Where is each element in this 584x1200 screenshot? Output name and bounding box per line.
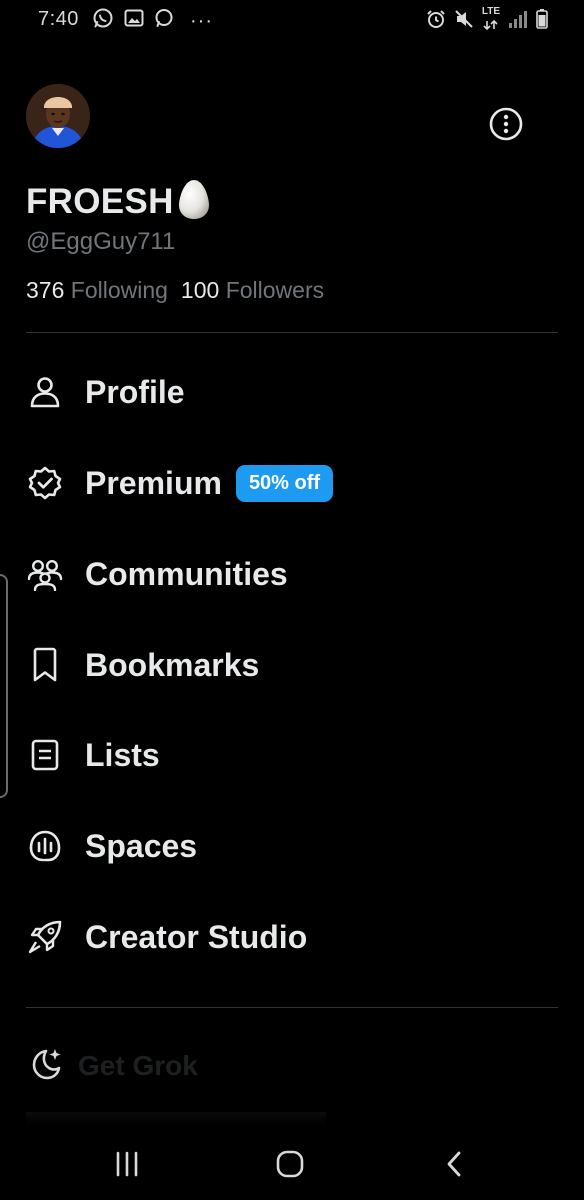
home-icon bbox=[276, 1150, 304, 1178]
followers-count: 100 bbox=[180, 277, 220, 303]
system-status-icons: LTE bbox=[426, 7, 548, 35]
avatar-image bbox=[26, 84, 90, 148]
verified-badge-icon bbox=[26, 464, 64, 502]
nav-label-creator-studio: Creator Studio bbox=[85, 918, 308, 955]
system-navigation-bar bbox=[0, 1128, 584, 1200]
moon-sparkle-icon bbox=[26, 1044, 64, 1087]
nav-label-spaces: Spaces bbox=[85, 827, 198, 864]
rocket-icon bbox=[26, 918, 64, 956]
nav-item-premium[interactable]: Premium 50% off bbox=[26, 453, 334, 513]
display-name-row[interactable]: FROESH bbox=[26, 178, 210, 225]
whatsapp-icon bbox=[92, 7, 114, 34]
alarm-icon bbox=[426, 9, 446, 34]
nav-label-bookmarks: Bookmarks bbox=[85, 646, 260, 683]
recent-apps-button[interactable] bbox=[107, 1146, 147, 1182]
egg-icon bbox=[178, 178, 210, 225]
bookmark-icon bbox=[26, 646, 64, 684]
notification-icons: ··· bbox=[92, 7, 213, 34]
header-divider bbox=[26, 332, 558, 333]
nav-divider bbox=[26, 1007, 558, 1008]
signal-icon bbox=[508, 10, 528, 33]
nav-label-lists: Lists bbox=[85, 736, 160, 773]
home-button[interactable] bbox=[270, 1146, 310, 1182]
user-handle: @EggGuy711 bbox=[26, 228, 176, 255]
display-name: FROESH bbox=[26, 181, 174, 221]
nav-item-profile[interactable]: Profile bbox=[26, 362, 185, 422]
gallery-icon bbox=[124, 8, 144, 33]
recent-apps-icon bbox=[116, 1151, 138, 1177]
nav-label-premium: Premium bbox=[85, 464, 222, 501]
following-link[interactable]: 376 Following bbox=[26, 277, 174, 304]
battery-icon bbox=[536, 8, 548, 34]
nav-label-get-grok: Get Grok bbox=[78, 1049, 198, 1081]
followers-label: Followers bbox=[225, 277, 325, 303]
list-icon bbox=[26, 736, 64, 774]
following-label: Following bbox=[70, 277, 168, 303]
nav-item-spaces[interactable]: Spaces bbox=[26, 816, 197, 876]
more-vertical-icon bbox=[489, 107, 523, 141]
chat-bubble-icon bbox=[154, 8, 174, 33]
person-icon bbox=[26, 373, 64, 411]
nav-label-communities: Communities bbox=[85, 555, 288, 592]
edge-panel-handle[interactable] bbox=[0, 574, 8, 798]
premium-discount-badge[interactable]: 50% off bbox=[235, 464, 334, 502]
nav-item-lists[interactable]: Lists bbox=[26, 725, 160, 785]
communities-icon bbox=[26, 555, 64, 593]
status-time: 7:40 bbox=[38, 8, 79, 30]
mute-icon bbox=[454, 9, 474, 34]
back-icon bbox=[447, 1151, 461, 1177]
more-options-button[interactable] bbox=[488, 106, 524, 142]
status-bar: 7:40 ··· LTE bbox=[0, 0, 584, 40]
scroll-fade bbox=[26, 1112, 326, 1126]
spaces-icon bbox=[26, 827, 64, 865]
follow-stats: 376 Following 100 Followers bbox=[26, 277, 330, 304]
nav-item-communities[interactable]: Communities bbox=[26, 544, 288, 604]
nav-item-bookmarks[interactable]: Bookmarks bbox=[26, 635, 259, 695]
nav-item-creator-studio[interactable]: Creator Studio bbox=[26, 907, 307, 967]
followers-link[interactable]: 100 Followers bbox=[181, 277, 330, 304]
nav-item-get-grok[interactable]: Get Grok bbox=[26, 1044, 198, 1087]
avatar[interactable] bbox=[26, 84, 90, 148]
back-button[interactable] bbox=[434, 1146, 474, 1182]
lte-label: LTE bbox=[481, 6, 500, 17]
following-count: 376 bbox=[26, 277, 65, 303]
lte-icon: LTE bbox=[482, 7, 500, 35]
nav-label-profile: Profile bbox=[85, 373, 185, 410]
more-notifications-indicator: ··· bbox=[190, 9, 213, 32]
